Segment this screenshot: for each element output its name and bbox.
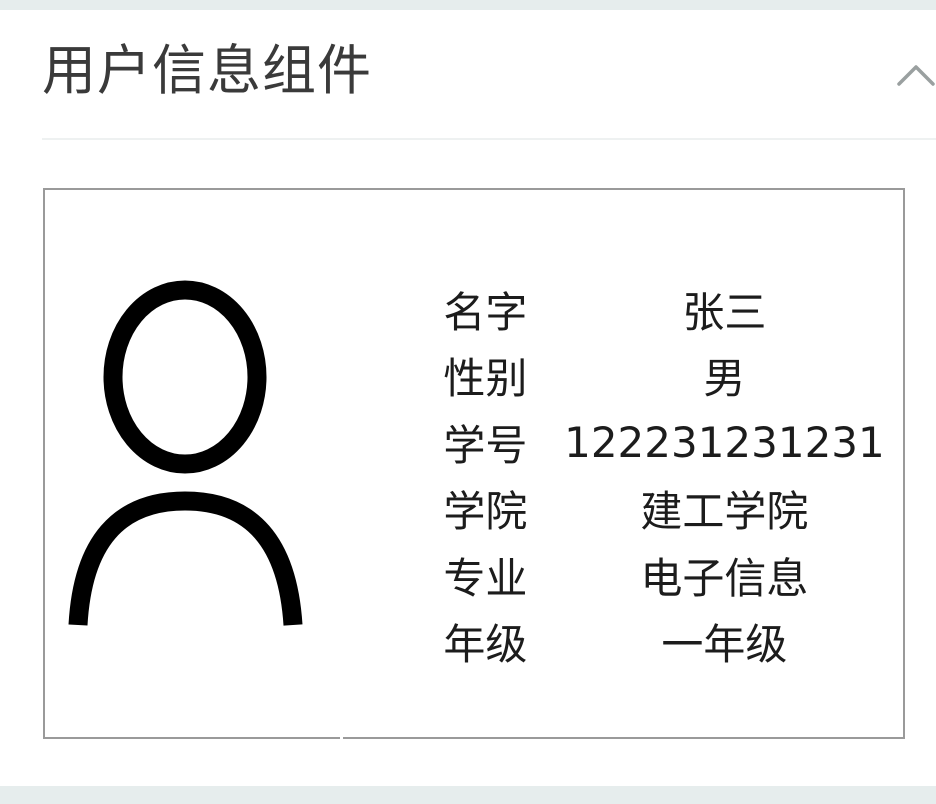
info-label-college: 学院 <box>443 487 528 537</box>
chevron-up-icon-glyph <box>897 65 935 86</box>
info-value-gender: 男 <box>703 354 746 404</box>
info-row-major: 专业 电子信息 <box>425 542 903 609</box>
panel-title: 用户信息组件 <box>42 39 372 102</box>
card-border-gap <box>340 737 343 739</box>
info-label-major: 专业 <box>443 553 528 603</box>
info-row-name: 名字 张三 <box>425 276 903 343</box>
user-info-card: 名字 张三 性别 男 学号 122231231231 学院 建工学院 专业 电子… <box>43 188 905 739</box>
info-row-college: 学院 建工学院 <box>425 476 903 543</box>
user-info-table: 名字 张三 性别 男 学号 122231231231 学院 建工学院 专业 电子… <box>425 276 903 675</box>
info-value-major: 电子信息 <box>640 553 809 603</box>
info-value-grade: 一年级 <box>661 620 788 670</box>
info-label-name: 名字 <box>443 287 528 337</box>
user-avatar-icon <box>68 280 303 626</box>
chevron-up-icon[interactable] <box>896 54 936 94</box>
info-label-student-id: 学号 <box>443 420 528 470</box>
info-row-student-id: 学号 122231231231 <box>425 409 903 476</box>
info-value-student-id: 122231231231 <box>564 417 885 467</box>
user-info-panel: 用户信息组件 名字 张三 性别 男 学号 122231231231 学院 建工学… <box>0 10 936 786</box>
info-value-college: 建工学院 <box>640 487 809 537</box>
info-label-grade: 年级 <box>443 620 528 670</box>
info-row-gender: 性别 男 <box>425 343 903 410</box>
panel-header[interactable]: 用户信息组件 <box>42 10 936 140</box>
info-value-name: 张三 <box>682 287 767 337</box>
info-label-gender: 性别 <box>443 354 528 404</box>
info-row-grade: 年级 一年级 <box>425 609 903 676</box>
